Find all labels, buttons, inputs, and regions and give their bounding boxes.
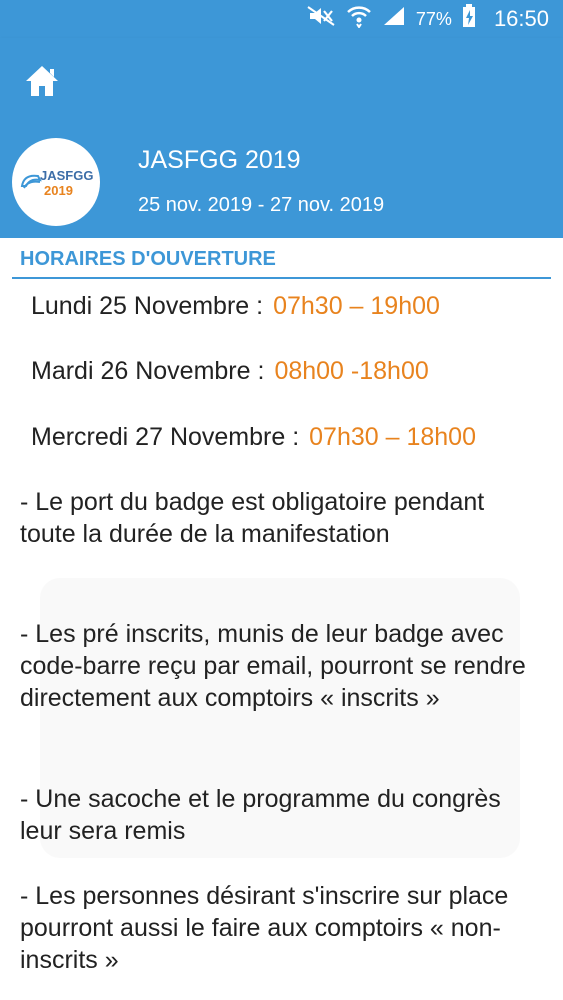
wifi-icon: [346, 4, 372, 34]
section-divider: [12, 277, 551, 279]
schedule-day: Lundi 25 Novembre :: [31, 292, 264, 320]
schedule-time: 07h30 – 18h00: [309, 423, 476, 451]
event-logo: JASFGG 2019: [12, 138, 100, 226]
clock: 16:50: [493, 6, 549, 31]
schedule-time: 07h30 – 19h00: [273, 292, 440, 320]
note-preregistered: - Les pré inscrits, munis de leur badge …: [20, 620, 526, 712]
schedule-row-monday: Lundi 25 Novembre : 07h30 – 19h00: [31, 292, 440, 321]
signal-icon: [382, 5, 406, 33]
status-bar: 77% 16:50: [0, 0, 563, 38]
schedule-day: Mercredi 27 Novembre :: [31, 423, 300, 451]
schedule-time: 08h00 -18h00: [274, 357, 429, 385]
home-icon: [26, 66, 58, 96]
logo-text: JASFGG: [40, 168, 94, 183]
note-bag: - Une sacoche et le programme du congrès…: [20, 785, 501, 845]
event-header: JASFGG 2019 JASFGG 2019 25 nov. 2019 - 2…: [0, 126, 563, 238]
battery-percentage: 77%: [415, 8, 452, 29]
logo-mark-icon: [20, 174, 42, 189]
note-onsite-registration: - Les personnes désirant s'inscrire sur …: [20, 882, 509, 974]
note-badge: - Le port du badge est obligatoire penda…: [20, 488, 485, 548]
app-bar: [0, 38, 563, 126]
event-title: JASFGG 2019: [138, 146, 301, 174]
schedule-day: Mardi 26 Novembre :: [31, 357, 265, 385]
logo-year: 2019: [44, 183, 73, 198]
event-dates: 25 nov. 2019 - 27 nov. 2019: [138, 194, 385, 216]
schedule-row-tuesday: Mardi 26 Novembre : 08h00 -18h00: [31, 357, 429, 386]
home-button[interactable]: [24, 64, 60, 98]
section-title: HORAIRES D'OUVERTURE: [20, 248, 276, 270]
content-area[interactable]: HORAIRES D'OUVERTURE Lundi 25 Novembre :…: [0, 238, 563, 1000]
mute-icon: [306, 5, 336, 33]
battery-charging-icon: [462, 4, 476, 34]
schedule-row-wednesday: Mercredi 27 Novembre : 07h30 – 18h00: [31, 423, 476, 452]
